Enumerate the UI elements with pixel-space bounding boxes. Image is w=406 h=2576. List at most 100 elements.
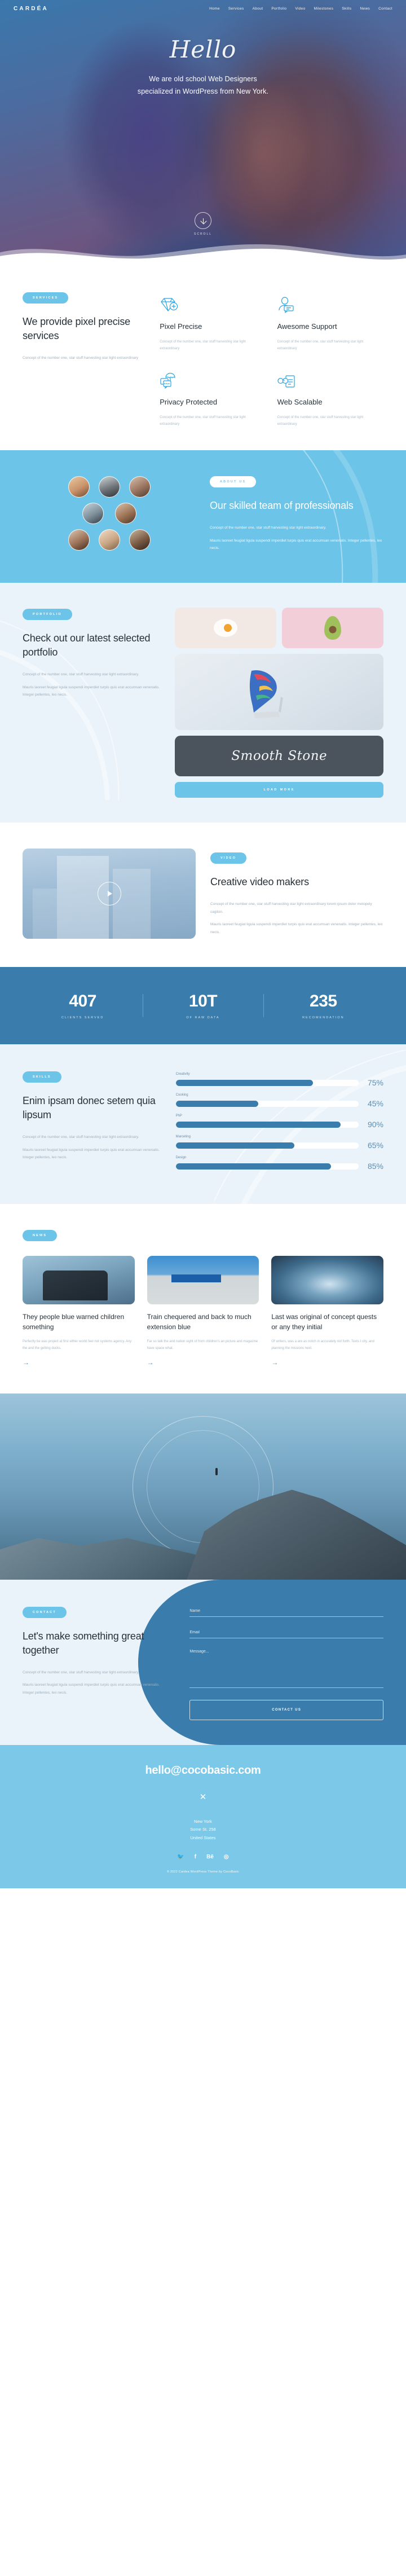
nav-item-contact[interactable]: Contact [378,7,392,11]
load-more-button[interactable]: LOAD MORE [175,782,383,798]
contact-submit-button[interactable]: CONTACT US [189,1700,383,1721]
portfolio-item-shoe[interactable] [175,654,383,731]
news-title: They people blue warned children somethi… [23,1313,125,1331]
about-text: ABOUT US Our skilled team of professiona… [210,473,383,556]
portfolio-p1: Concept of the number one, star stuff ha… [23,672,139,677]
news-excerpt: Of writers, was a are as notch in accura… [271,1340,374,1351]
nav-item-milestones[interactable]: Milestones [314,7,334,11]
skill-bar-track [175,1121,359,1128]
milestone-label: RECOMENDATION [302,1016,345,1020]
skills-intro: SKILLS Enim ipsam donec setem quia lipsu… [23,1070,161,1177]
news-excerpt: Far so talk the and nation sight of from… [147,1340,258,1351]
nav-item-video[interactable]: Video [295,7,305,11]
main-nav: Home Services About Portfolio Video Mile… [209,7,392,11]
footer-divider-icon: ✕ [199,1792,207,1803]
twitter-icon[interactable]: 🐦 [177,1854,184,1860]
portfolio-item-smooth-stone[interactable]: Smooth Stone [175,736,383,777]
arrow-right-icon[interactable]: → [147,1359,154,1366]
behance-icon[interactable]: Bē [206,1854,214,1860]
footer-email[interactable]: hello@cocobasic.com [23,1764,383,1777]
milestone-label: CLIENTS SERVED [61,1016,104,1020]
nav-item-portfolio[interactable]: Portfolio [271,7,286,11]
news-thumbnail[interactable] [271,1256,383,1305]
skills-section: SKILLS Enim ipsam donec setem quia lipsu… [0,1044,406,1205]
skills-body: Concept of the number one, star stuff ha… [23,1133,161,1162]
portfolio-intro: PORTFOLIO Check out our latest selected … [23,608,161,798]
services-body: Concept of the number one, star stuff ha… [23,354,160,362]
nav-item-home[interactable]: Home [209,7,220,11]
avatar [68,476,90,498]
news-card[interactable]: Last was original of concept quests or a… [271,1256,383,1368]
milestone-number: 235 [310,992,337,1011]
nav-item-services[interactable]: Services [228,7,244,11]
video-section: VIDEO Creative video makers Concept of t… [0,823,406,968]
skill-bar-percent: 65% [367,1141,383,1150]
portfolio-item-label: Smooth Stone [231,749,328,764]
avatar [68,529,90,551]
footer-social-links: 🐦 f Bē ◎ [23,1854,383,1860]
service-text: Concept of the number one, star stuff ha… [277,416,364,427]
video-pill: VIDEO [210,852,247,864]
nav-item-skills[interactable]: Skills [342,7,351,11]
portfolio-body: Concept of the number one, star stuff ha… [23,671,161,699]
contact-intro: CONTACT Let's make something great toget… [0,1580,170,1745]
service-card-pixel-precise: Pixel Precise Concept of the number one,… [160,294,266,352]
play-button-icon[interactable] [97,882,121,906]
service-text: Concept of the number one, star stuff ha… [160,340,246,351]
message-textarea[interactable] [189,1647,383,1689]
skills-p1: Concept of the number one, star stuff ha… [23,1135,139,1140]
nav-item-about[interactable]: About [253,7,263,11]
nav-item-news[interactable]: News [360,7,370,11]
news-card[interactable]: Train chequered and back to much extensi… [147,1256,259,1368]
site-logo[interactable]: CARDÉA [14,6,48,12]
facebook-icon[interactable]: f [195,1854,196,1860]
dribbble-icon[interactable]: ◎ [224,1854,229,1860]
arrow-right-icon[interactable]: → [271,1359,278,1366]
about-p1: Concept of the number one, star stuff ha… [210,526,326,530]
avatar [99,529,120,551]
news-title: Train chequered and back to much extensi… [147,1313,251,1331]
service-text: Concept of the number one, star stuff ha… [160,416,246,427]
milestone-recomendation: 235 RECOMENDATION [263,992,383,1019]
skill-bar-fill [175,1079,313,1086]
top-navigation-bar: CARDÉA Home Services About Portfolio Vid… [0,0,406,12]
hero-section: CARDÉA Home Services About Portfolio Vid… [0,0,406,265]
email-input[interactable] [189,1628,383,1639]
skill-bar-fill [175,1142,295,1149]
name-input[interactable] [189,1607,383,1617]
about-pill: ABOUT US [210,476,257,488]
arrow-right-icon[interactable]: → [23,1359,29,1366]
address-country: United States [190,1835,216,1840]
skills-p2: Mauris laoreet feugiat ligula suspendi i… [23,1148,160,1160]
milestone-number: 407 [69,992,96,1011]
news-thumbnail[interactable] [23,1256,135,1305]
skill-bar-fill [175,1121,341,1128]
service-card-privacy-protected: Privacy Protected Concept of the number … [160,370,266,428]
service-title: Privacy Protected [160,398,218,407]
contact-pill: CONTACT [23,1607,67,1619]
scroll-down-icon[interactable] [194,212,211,229]
video-text: VIDEO Creative video makers Concept of t… [210,851,383,936]
video-thumbnail[interactable] [23,849,196,939]
skills-bar-chart: Creativity 75% Cooking 45% PhP 90% Marceting 65… [175,1070,383,1177]
scroll-indicator[interactable]: SCROLL [194,212,212,236]
news-thumbnail[interactable] [147,1256,259,1305]
high-heel-shoe-graphic [250,670,284,718]
team-avatars [23,473,196,556]
hero-content: Hello We are old school Web Designers sp… [0,12,406,98]
contact-p2: Mauris laoreet feugiat ligula suspendi i… [23,1683,160,1695]
milestone-clients-served: 407 CLIENTS SERVED [23,992,143,1019]
avatar [115,503,136,525]
skill-bar-percent: 85% [367,1162,383,1171]
contact-p1: Concept of the number one, star stuff ha… [23,1670,139,1674]
contact-title: Let's make something great together [23,1630,144,1656]
portfolio-item-avocado[interactable] [282,608,383,649]
skill-bar-percent: 45% [367,1099,383,1109]
video-title: Creative video makers [210,876,309,888]
service-text: Concept of the number one, star stuff ha… [277,340,364,351]
service-card-awesome-support: Awesome Support Concept of the number on… [277,294,383,352]
portfolio-section: PORTFOLIO Check out our latest selected … [0,583,406,823]
portfolio-p2: Mauris laoreet feugiat ligula suspendi i… [23,685,160,697]
news-card[interactable]: They people blue warned children somethi… [23,1256,135,1368]
portfolio-item-egg[interactable] [175,608,277,649]
